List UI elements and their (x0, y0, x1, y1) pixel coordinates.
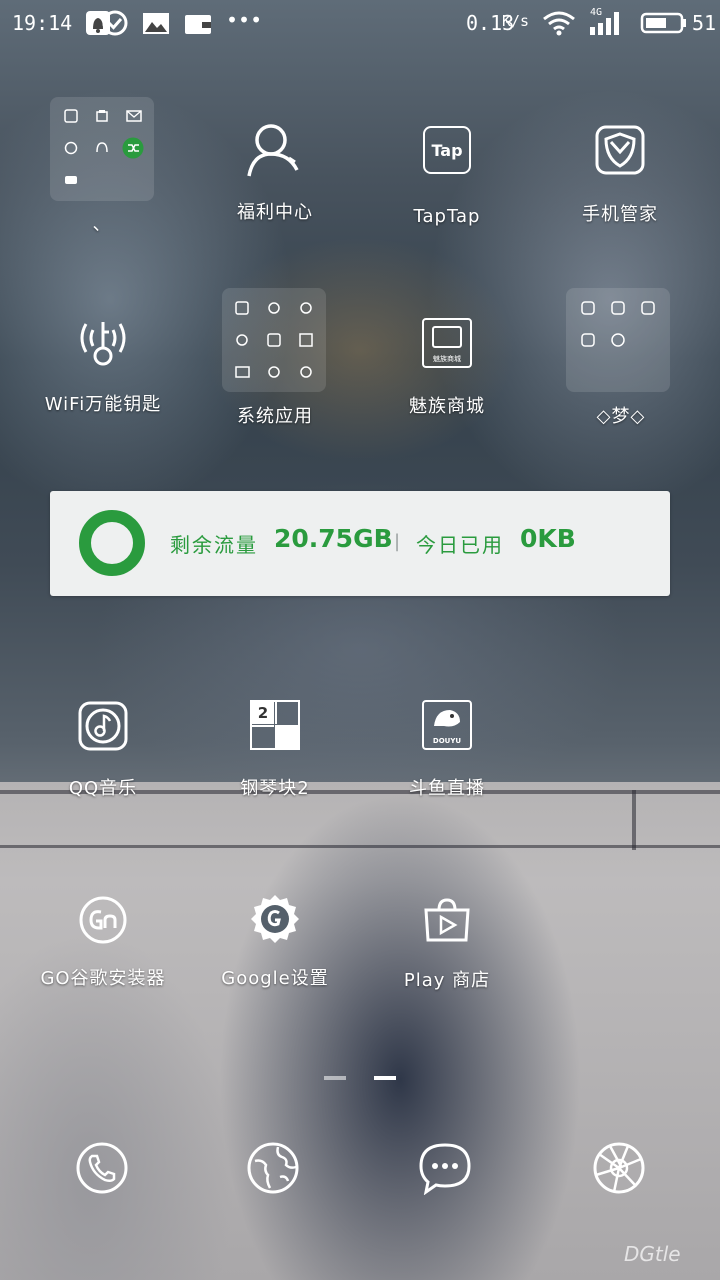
app-wifi-key[interactable]: WiFi万能钥匙 (18, 314, 188, 418)
douyu-icon-text: DOUYU (432, 737, 462, 745)
user-profile-icon (247, 124, 299, 177)
today-used-label: 今日已用 (416, 533, 504, 557)
app-piano-tiles-2[interactable]: 2 钢琴块2 (190, 700, 360, 802)
camera-aperture-icon[interactable] (592, 1141, 646, 1195)
app-fuli-center[interactable]: 福利中心 (190, 120, 360, 226)
app-taptap[interactable]: Tap TapTap (362, 126, 532, 230)
folder-row1-label: 、 (92, 214, 112, 235)
app-mini-icon (96, 110, 108, 122)
page-indicator-2-active[interactable] (374, 1076, 396, 1080)
widget-separator: | (394, 531, 403, 552)
folder-row1[interactable] (50, 97, 154, 201)
watermark-logo: DGtle (624, 1242, 681, 1266)
taptap-icon: Tap (423, 126, 471, 174)
status-more-indicator: ••• (226, 8, 263, 32)
meizu-store-icon-text: 魅族商城 (433, 355, 461, 363)
net-speed-unit: K/s (502, 12, 530, 30)
piano-tiles-icon: 2 (250, 700, 300, 750)
folder-dream[interactable] (566, 288, 670, 392)
remaining-data-label: 剩余流量 (170, 533, 258, 557)
browser-globe-icon[interactable] (246, 1141, 300, 1195)
app-mini-icon (64, 109, 78, 123)
battery-icon (640, 12, 686, 34)
app-mini-icon (96, 142, 108, 153)
app-label: 斗鱼直播 (409, 778, 485, 799)
folder-grid-icons (235, 301, 313, 378)
app-label: 魅族商城 (409, 396, 485, 417)
app-mini-icon (65, 176, 77, 184)
wifi-icon (543, 11, 575, 36)
meizu-store-icon: 魅族商城 (422, 318, 472, 368)
go-installer-icon (79, 896, 127, 944)
app-label: QQ音乐 (68, 778, 138, 799)
app-mini-icon (64, 141, 78, 155)
app-label: Play 商店 (403, 970, 491, 991)
status-time: 19:14 (12, 11, 73, 35)
today-used-value: 0KB (520, 524, 576, 553)
douyu-fish-icon (434, 710, 460, 727)
status-bar: 19:14 ••• 0.13 K/s 4G 51 (0, 0, 720, 46)
google-settings-gear-icon (251, 895, 299, 943)
wallet-icon (185, 15, 211, 34)
app-label: Google设置 (221, 968, 329, 989)
app-go-google-installer[interactable]: GO谷歌安装器 (18, 894, 188, 992)
app-label: 钢琴块2 (240, 778, 310, 799)
check-circle-icon (102, 10, 128, 36)
app-label: WiFi万能钥匙 (44, 394, 162, 415)
page-indicator-1[interactable] (324, 1076, 346, 1080)
app-meizu-store[interactable]: 魅族商城 魅族商城 (362, 318, 532, 420)
app-label: GO谷歌安装器 (40, 968, 166, 989)
wifi-key-icon (80, 322, 126, 366)
data-ring-icon (79, 510, 145, 576)
folder-system-apps[interactable] (222, 288, 326, 392)
taptap-icon-text: Tap (431, 140, 463, 160)
qq-music-icon (78, 701, 128, 751)
app-label: 手机管家 (582, 204, 658, 225)
app-google-settings[interactable]: Google设置 (190, 892, 360, 992)
image-icon (143, 13, 169, 34)
phone-icon[interactable] (75, 1141, 129, 1195)
app-mini-icon (126, 110, 142, 122)
shield-icon (595, 125, 645, 175)
app-phone-manager[interactable]: 手机管家 (535, 124, 705, 228)
app-play-store[interactable]: Play 商店 (362, 896, 532, 994)
remaining-data-value: 20.75GB (274, 524, 393, 553)
shuffle-app-icon (122, 137, 144, 159)
messages-icon[interactable] (418, 1141, 472, 1195)
folder-grid-icons (581, 301, 655, 347)
folder-system-apps-label: 系统应用 (237, 406, 313, 427)
piano-tiles-icon-text: 2 (257, 704, 269, 722)
app-label: TapTap (413, 206, 481, 227)
app-label: 福利中心 (237, 202, 313, 223)
app-qq-music[interactable]: QQ音乐 (18, 700, 188, 802)
data-usage-widget[interactable]: 剩余流量 20.75GB | 今日已用 0KB (50, 491, 670, 596)
douyu-icon: DOUYU (422, 700, 472, 750)
folder-dream-label: ◇梦◇ (596, 406, 646, 427)
cell-signal-icon (590, 12, 619, 35)
play-store-icon (424, 898, 470, 942)
battery-level: 51 (692, 11, 717, 35)
app-douyu-live[interactable]: DOUYU 斗鱼直播 (362, 700, 532, 802)
